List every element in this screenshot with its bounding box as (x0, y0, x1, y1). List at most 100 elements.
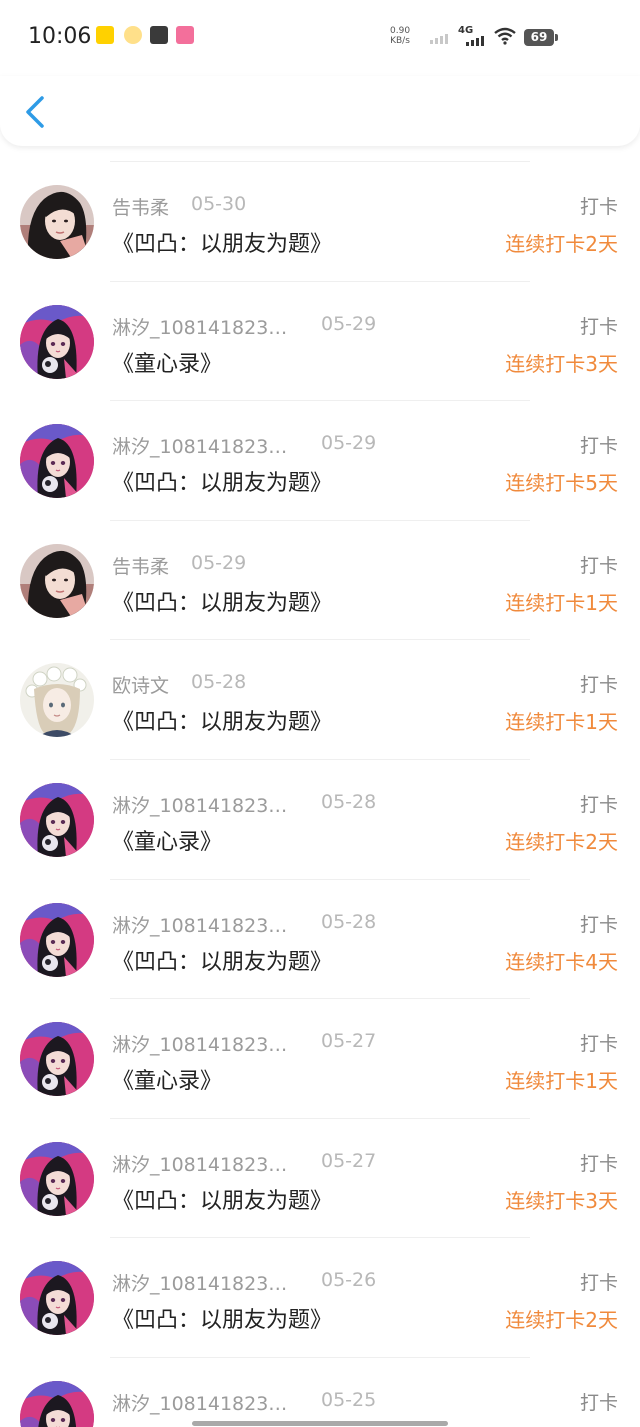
book-title[interactable]: 《凹凸：以朋友为题》 (112, 1302, 332, 1334)
checkin-streak: 连续打卡1天 (505, 590, 618, 615)
checkin-date: 05-26 (321, 1269, 377, 1292)
checkin-streak: 连续打卡2天 (505, 829, 618, 854)
user-name[interactable]: 淋汐_108141823… (112, 432, 287, 459)
nav-header (0, 76, 640, 146)
user-avatar-image (20, 305, 94, 379)
checkin-streak: 连续打卡2天 (505, 232, 618, 256)
user-avatar-image (20, 1261, 94, 1335)
user-name[interactable]: 淋汐_108141823… (112, 1150, 287, 1177)
user-avatar-image (20, 903, 94, 977)
checkin-date: 05-28 (321, 790, 377, 813)
book-title[interactable]: 《凹凸：以朋友为题》 (112, 1183, 332, 1215)
checkin-row[interactable]: 淋汐_108141823…05-25《凹凸：以朋友为题》打卡 (0, 1358, 640, 1427)
network-speed-unit: KB/s (390, 36, 410, 46)
status-time: 10:06 (28, 24, 92, 49)
user-name[interactable]: 淋汐_108141823… (112, 313, 287, 340)
checkin-streak: 连续打卡1天 (505, 1069, 618, 1094)
checkin-action-label: 打卡 (579, 1033, 618, 1056)
avatar[interactable] (20, 1261, 94, 1335)
user-name[interactable]: 淋汐_108141823… (112, 1030, 287, 1057)
checkin-date: 05-28 (321, 910, 377, 933)
wifi-icon (494, 27, 516, 45)
user-name[interactable]: 告韦柔 (112, 552, 169, 579)
back-button[interactable] (18, 92, 54, 132)
bag-notification-icon (150, 26, 168, 44)
checkin-row[interactable]: 欧诗文 05-28 《凹凸：以朋友为题》 打卡连续打卡1天 (0, 640, 640, 760)
checkin-action-label: 打卡 (579, 554, 618, 577)
network-speed-value: 0.90 (390, 26, 411, 36)
network-speed: 0.90 KB/s (390, 26, 410, 46)
user-name[interactable]: 淋汐_108141823… (112, 911, 287, 938)
user-name[interactable]: 淋汐_108141823… (112, 1389, 287, 1416)
checkin-row[interactable]: 淋汐_108141823… 05-29 《童心录》 打卡连续打卡3天 (0, 282, 640, 402)
bilibili-notification-icon (176, 26, 194, 44)
avatar[interactable] (20, 903, 94, 977)
checkin-streak: 连续打卡4天 (505, 949, 618, 974)
book-title[interactable]: 《凹凸：以朋友为题》 (112, 465, 332, 497)
avatar[interactable] (20, 1022, 94, 1096)
checkin-action-label: 打卡 (579, 1152, 618, 1175)
checkin-row[interactable]: 淋汐_108141823… 05-26 《凹凸：以朋友为题》 打卡连续打卡2天 (0, 1238, 640, 1358)
checkin-action-label: 打卡 (579, 1272, 618, 1295)
user-name[interactable]: 告韦柔 (112, 193, 169, 220)
user-name[interactable]: 欧诗文 (112, 671, 169, 698)
avatar[interactable] (20, 305, 94, 379)
user-avatar-image (20, 1142, 94, 1216)
checkin-action-label: 打卡 (579, 674, 618, 697)
checkin-date: 05-25 (321, 1388, 377, 1411)
avatar[interactable] (20, 185, 94, 259)
checkin-row[interactable]: 淋汐_108141823… 05-29 《凹凸：以朋友为题》 打卡 连续打卡5天 (0, 401, 640, 521)
user-avatar-image (20, 1381, 94, 1427)
checkin-action-label: 打卡 (579, 435, 618, 458)
avatar[interactable] (20, 783, 94, 857)
checkin-date: 05-27 (321, 1030, 377, 1053)
checkin-action-label: 打卡 (579, 196, 618, 218)
checkin-streak: 连续打卡1天 (505, 710, 618, 735)
avatar[interactable] (20, 663, 94, 737)
checkin-action-label: 打卡 (579, 315, 618, 338)
checkin-streak: 连续打卡3天 (505, 351, 618, 376)
checkin-row[interactable]: 告韦柔 05-29 《凹凸：以朋友为题》 打卡连续打卡1天 (0, 521, 640, 641)
book-title[interactable]: 《童心录》 (112, 1063, 222, 1095)
checkin-action-label: 打卡 (579, 1391, 618, 1414)
chevron-left-icon (26, 96, 44, 128)
emoji-notification-icon (124, 26, 142, 44)
user-avatar-image (20, 424, 94, 498)
book-title[interactable]: 《凹凸：以朋友为题》 (112, 226, 332, 258)
signal-sim2-icon (430, 28, 448, 44)
checkin-row[interactable]: 淋汐_108141823… 05-28 《凹凸：以朋友为题》 打卡连续打卡4天 (0, 880, 640, 1000)
user-avatar-image (20, 783, 94, 857)
user-name[interactable]: 淋汐_108141823… (112, 1269, 287, 1296)
avatar[interactable] (20, 1381, 94, 1427)
meituan-notification-icon (96, 26, 114, 44)
checkin-date: 05-29 (321, 432, 377, 455)
checkin-date: 05-30 (191, 193, 247, 215)
status-bar: 10:06 0.90 KB/s 4G 69 (0, 0, 640, 76)
checkin-row[interactable]: 淋汐_108141823… 05-27 《凹凸：以朋友为题》 打卡 连续打卡3天 (0, 1119, 640, 1239)
user-avatar-image (20, 544, 94, 618)
checkin-date: 05-28 (191, 671, 247, 694)
checkin-date: 05-29 (321, 312, 377, 335)
user-name[interactable]: 淋汐_108141823… (112, 791, 287, 818)
book-title[interactable]: 《凹凸：以朋友为题》 (112, 704, 332, 736)
checkin-date: 05-27 (321, 1149, 377, 1172)
book-title[interactable]: 《凹凸：以朋友为题》 (112, 944, 332, 976)
user-avatar-image (20, 185, 94, 259)
book-title[interactable]: 《凹凸：以朋友为题》 (112, 585, 332, 617)
checkin-row[interactable]: 淋汐_108141823… 05-28 《童心录》 打卡 连续打卡2天 (0, 760, 640, 880)
avatar[interactable] (20, 544, 94, 618)
home-indicator[interactable] (192, 1421, 448, 1426)
book-title[interactable]: 《童心录》 (112, 824, 222, 856)
checkin-date: 05-29 (191, 551, 247, 574)
avatar[interactable] (20, 1142, 94, 1216)
checkin-streak: 连续打卡2天 (505, 1308, 618, 1333)
avatar[interactable] (20, 424, 94, 498)
checkin-action-label: 打卡 (579, 913, 618, 936)
book-title[interactable]: 《童心录》 (112, 346, 222, 378)
checkin-list: 告韦柔 05-30 《凹凸：以朋友为题》 打卡 连续打卡2天 淋汐_108141823… 0… (0, 162, 640, 1427)
user-avatar-image (20, 1022, 94, 1096)
signal-sim1-icon (466, 30, 484, 46)
user-avatar-image (20, 663, 94, 737)
checkin-row[interactable]: 告韦柔 05-30 《凹凸：以朋友为题》 打卡连续打卡2天 (0, 162, 640, 282)
checkin-row[interactable]: 淋汐_108141823… 05-27 《童心录》 打卡连续打卡1天 (0, 999, 640, 1119)
